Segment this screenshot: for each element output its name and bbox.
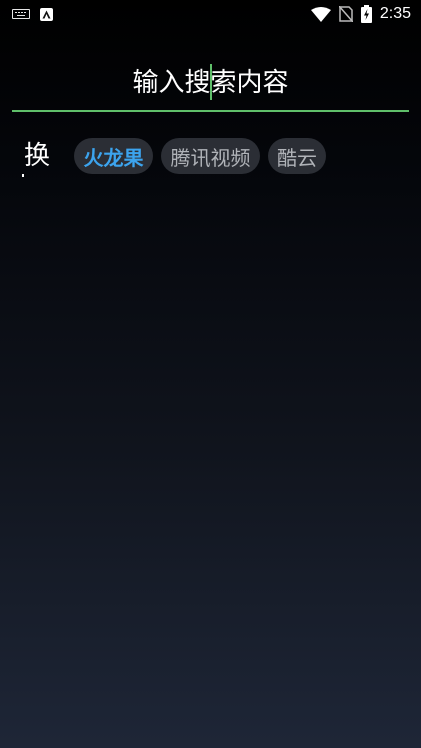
battery-charging-icon	[360, 5, 372, 23]
status-bar: 2:35	[0, 0, 421, 28]
wifi-icon	[310, 6, 331, 22]
keyboard-icon	[12, 9, 30, 19]
switch-source-label[interactable]: 换	[24, 138, 50, 174]
no-sim-icon	[338, 6, 353, 22]
source-chip-huolongguo[interactable]: 火龙果	[74, 138, 153, 174]
source-chip-label: 火龙果	[83, 145, 144, 170]
status-left	[12, 7, 53, 21]
app-a-icon	[40, 7, 53, 21]
switch-indicator	[22, 174, 24, 177]
source-chip-label: 腾讯视频	[170, 145, 251, 170]
source-chip-label: 酷云	[277, 145, 317, 170]
text-caret	[210, 64, 212, 100]
search-bar[interactable]	[12, 60, 409, 112]
source-selector: 换 火龙果 腾讯视频 酷云	[0, 138, 421, 178]
clock: 2:35	[379, 5, 411, 22]
status-right: 2:35	[310, 5, 411, 23]
source-chip-kuyun[interactable]: 酷云	[268, 138, 326, 174]
source-chip-tencent-video[interactable]: 腾讯视频	[161, 138, 260, 174]
